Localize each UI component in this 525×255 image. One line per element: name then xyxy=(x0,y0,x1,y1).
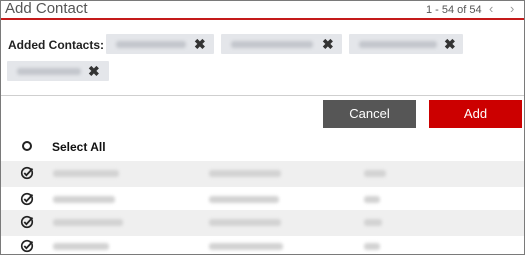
selected-check-icon[interactable] xyxy=(20,192,34,206)
contact-row[interactable] xyxy=(1,234,524,254)
add-contact-dialog: Add Contact 1 - 54 of 54 ‹ › Added Conta… xyxy=(0,0,525,255)
contact-row[interactable] xyxy=(1,161,524,187)
selected-check-icon[interactable] xyxy=(20,166,34,180)
contact-phone-redacted xyxy=(209,219,281,226)
selected-check-icon[interactable] xyxy=(20,215,34,229)
contact-type-redacted xyxy=(364,219,382,226)
select-all-label[interactable]: Select All xyxy=(52,140,106,154)
contact-name-redacted xyxy=(53,219,123,226)
contact-name-redacted xyxy=(53,170,119,177)
added-contact-chip: ✖ xyxy=(106,34,214,54)
contact-name-redacted xyxy=(53,196,115,203)
selected-check-icon[interactable] xyxy=(20,239,34,253)
added-contact-chip: ✖ xyxy=(221,34,342,54)
chip-name-redacted xyxy=(231,41,313,48)
next-page-icon[interactable]: › xyxy=(510,1,514,16)
contact-phone-redacted xyxy=(209,243,283,250)
contact-phone-redacted xyxy=(209,170,281,177)
dialog-title: Add Contact xyxy=(5,0,88,17)
dialog-header: Add Contact 1 - 54 of 54 ‹ › xyxy=(1,1,524,20)
remove-contact-icon[interactable]: ✖ xyxy=(88,62,100,80)
chip-name-redacted xyxy=(359,41,437,48)
add-button[interactable]: Add xyxy=(429,100,522,128)
chip-name-redacted xyxy=(116,41,186,48)
added-contacts-label: Added Contacts: xyxy=(8,38,104,52)
remove-contact-icon[interactable]: ✖ xyxy=(322,35,334,53)
pagination-text: 1 - 54 of 54 xyxy=(426,4,482,16)
added-contact-chip: ✖ xyxy=(349,34,463,54)
remove-contact-icon[interactable]: ✖ xyxy=(444,35,456,53)
remove-contact-icon[interactable]: ✖ xyxy=(194,35,206,53)
contact-name-redacted xyxy=(53,243,109,250)
chip-name-redacted xyxy=(17,68,81,75)
contact-phone-redacted xyxy=(209,196,279,203)
prev-page-icon[interactable]: ‹ xyxy=(489,1,493,16)
contact-type-redacted xyxy=(364,196,380,203)
added-contact-chip: ✖ xyxy=(7,61,109,81)
contact-row[interactable] xyxy=(1,210,524,236)
cancel-button[interactable]: Cancel xyxy=(323,100,416,128)
select-all-radio[interactable] xyxy=(22,141,32,151)
contact-type-redacted xyxy=(364,243,380,250)
contact-type-redacted xyxy=(364,170,386,177)
section-divider xyxy=(1,95,524,96)
